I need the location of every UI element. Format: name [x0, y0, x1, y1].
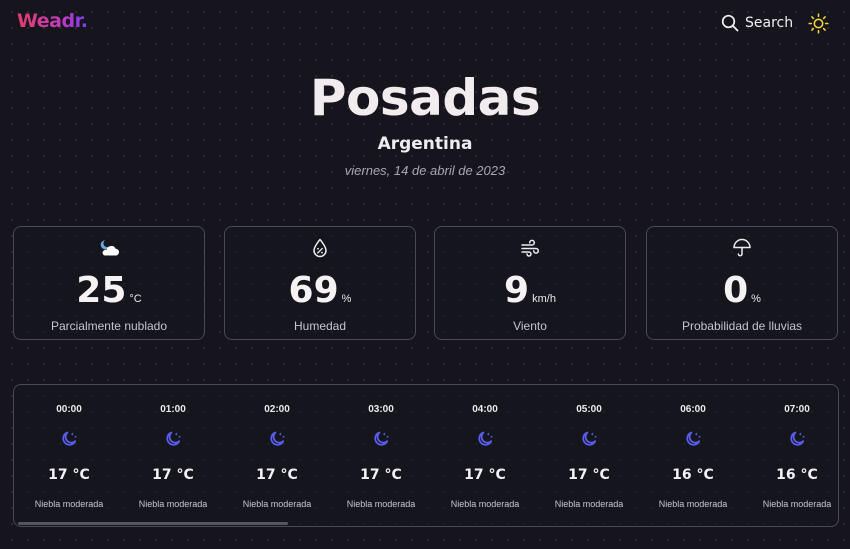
hour-temperature: 17 °C — [568, 467, 610, 483]
hourly-forecast[interactable]: 00:00 17 °C Niebla moderada 01:00 17 °C … — [13, 384, 839, 527]
wind-icon — [435, 237, 625, 259]
humidity-unit: % — [341, 293, 352, 305]
rain-probability-value: 0 — [723, 270, 749, 311]
hour-temperature: 17 °C — [152, 467, 194, 483]
hour-time: 04:00 — [472, 404, 498, 415]
rain-probability-unit: % — [751, 293, 761, 305]
hour-description: Niebla moderada — [450, 499, 520, 509]
hour-description: Niebla moderada — [658, 499, 728, 509]
top-bar: Weadr. Search — [0, 0, 850, 46]
moon-stars-icon — [752, 430, 838, 448]
country-name: Argentina — [377, 134, 473, 154]
moon-stars-icon — [24, 430, 114, 448]
hour-description: Niebla moderada — [346, 499, 416, 509]
hour-time: 06:00 — [680, 404, 706, 415]
hourly-item: 02:00 17 °C Niebla moderada — [232, 385, 322, 515]
moon-stars-icon — [128, 430, 218, 448]
hour-temperature: 17 °C — [360, 467, 402, 483]
moon-stars-icon — [232, 430, 322, 448]
moon-stars-icon — [544, 430, 634, 448]
umbrella-icon — [647, 237, 837, 259]
hourly-item: 01:00 17 °C Niebla moderada — [128, 385, 218, 515]
hourly-item: 05:00 17 °C Niebla moderada — [544, 385, 634, 515]
search-icon — [721, 14, 739, 32]
rain-probability-card: 0 % Probabilidad de lluvias — [646, 226, 838, 340]
hour-temperature: 17 °C — [48, 467, 90, 483]
hour-temperature: 17 °C — [464, 467, 506, 483]
moon-stars-icon — [440, 430, 530, 448]
hourly-item: 04:00 17 °C Niebla moderada — [440, 385, 530, 515]
hourly-item: 07:00 16 °C Niebla moderada — [752, 385, 838, 515]
temperature-unit: °C — [129, 293, 142, 305]
current-date: viernes, 14 de abril de 2023 — [344, 163, 506, 178]
hour-description: Niebla moderada — [138, 499, 208, 509]
condition-card: 25 °C Parcialmente nublado — [13, 226, 205, 340]
scrollbar-thumb[interactable] — [18, 522, 288, 525]
humidity-icon — [225, 237, 415, 259]
hour-time: 03:00 — [368, 404, 394, 415]
hourly-item: 03:00 17 °C Niebla moderada — [336, 385, 426, 515]
hour-time: 00:00 — [56, 404, 82, 415]
location-header: Posadas Argentina viernes, 14 de abril d… — [0, 68, 850, 178]
hour-time: 01:00 — [160, 404, 186, 415]
wind-unit: km/h — [532, 293, 556, 305]
wind-card: 9 km/h Viento — [434, 226, 626, 340]
hour-temperature: 17 °C — [256, 467, 298, 483]
hour-description: Niebla moderada — [242, 499, 312, 509]
hour-time: 07:00 — [784, 404, 810, 415]
humidity-label: Humedad — [293, 319, 347, 333]
horizontal-scrollbar[interactable] — [18, 522, 834, 525]
wind-value: 9 — [504, 270, 530, 311]
hour-temperature: 16 °C — [672, 467, 714, 483]
search-label: Search — [745, 15, 794, 31]
city-name: Posadas — [309, 69, 541, 127]
rain-probability-label: Probabilidad de lluvias — [681, 319, 803, 333]
partly-cloudy-night-icon — [14, 237, 204, 259]
hourly-item: 06:00 16 °C Niebla moderada — [648, 385, 738, 515]
hourly-item: 00:00 17 °C Niebla moderada — [24, 385, 114, 515]
hour-temperature: 16 °C — [776, 467, 818, 483]
condition-label: Parcialmente nublado — [50, 319, 168, 333]
theme-toggle-button[interactable] — [808, 13, 829, 34]
sun-icon — [808, 13, 829, 38]
temperature-value: 25 — [76, 270, 127, 311]
hour-description: Niebla moderada — [34, 499, 104, 509]
search-button[interactable]: Search — [721, 13, 793, 33]
hour-description: Niebla moderada — [762, 499, 832, 509]
moon-stars-icon — [648, 430, 738, 448]
app-logo[interactable]: Weadr. — [17, 10, 88, 32]
humidity-value: 69 — [288, 270, 339, 311]
wind-label: Viento — [513, 319, 547, 333]
hour-description: Niebla moderada — [554, 499, 624, 509]
humidity-card: 69 % Humedad — [224, 226, 416, 340]
hour-time: 02:00 — [264, 404, 290, 415]
moon-stars-icon — [336, 430, 426, 448]
hour-time: 05:00 — [576, 404, 602, 415]
